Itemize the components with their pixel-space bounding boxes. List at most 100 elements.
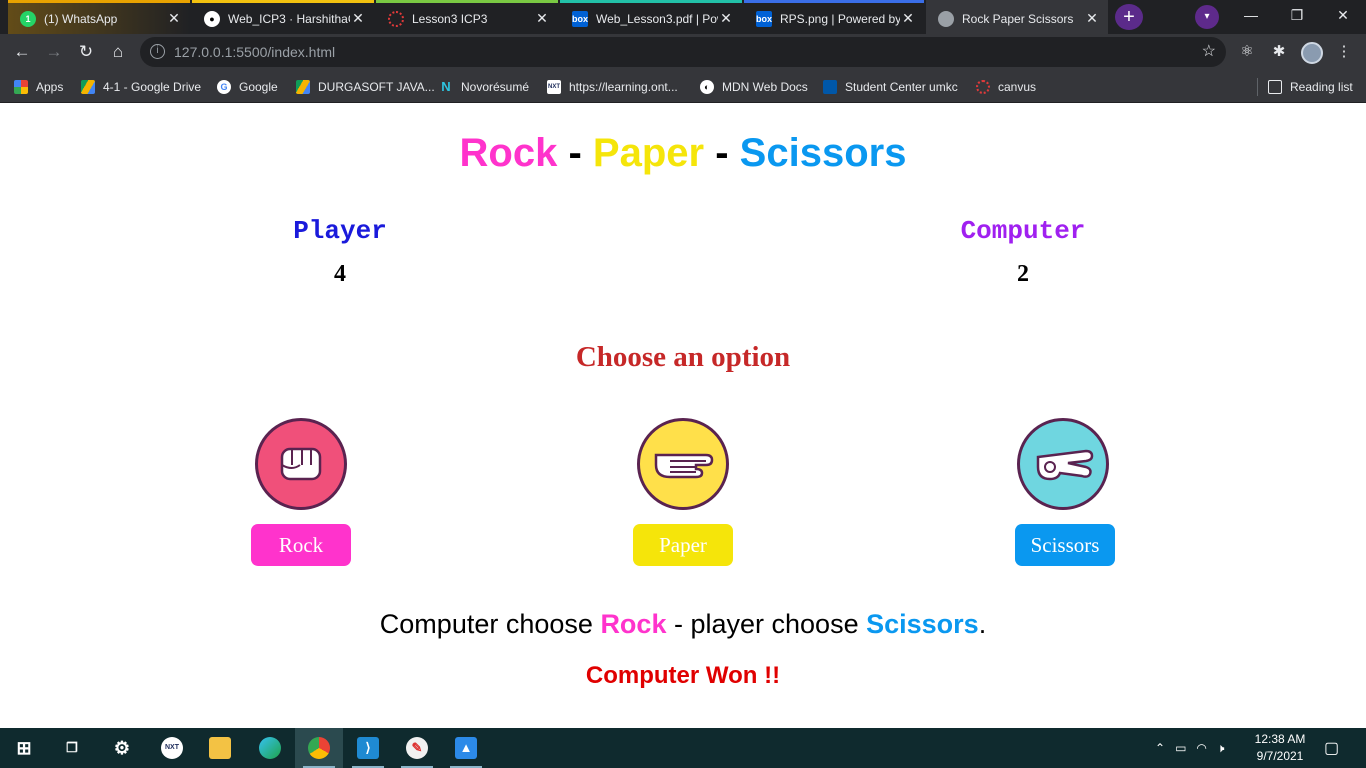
bookmark-novoresume[interactable]: N Novorésumé [439,77,529,97]
box-icon: box [572,10,588,27]
chrome-icon [308,737,330,759]
notifications-button[interactable]: ▢ [1324,728,1339,768]
reading-list-button[interactable]: Reading list [1268,77,1353,97]
windows-taskbar: ⊞ ❐ ⚙ NXT ⟩ ✎ ▲ ⌃ ▭ ◠ 🕨 12:38 AM 9/7/202… [0,728,1366,768]
bookmark-label: MDN Web Docs [722,80,808,94]
bookmark-google-drive[interactable]: 4-1 - Google Drive [81,77,201,97]
close-icon[interactable]: ✕ [900,10,916,27]
bookmark-durgasoft[interactable]: DURGASOFT JAVA... [296,77,435,97]
bookmark-label: https://learning.ont... [569,80,678,94]
back-icon[interactable]: ← [9,40,35,64]
bookmark-star-icon[interactable]: ☆ [1202,37,1216,67]
tab-github[interactable]: ● Web_ICP3 · HarshithaG ✕ [192,0,374,34]
site-info-icon[interactable]: i [150,44,165,59]
close-icon[interactable]: ✕ [166,10,182,27]
task-view-button[interactable]: ❐ [48,728,96,768]
file-explorer-app[interactable] [196,728,244,768]
rock-hand-icon[interactable] [255,418,347,510]
reading-list-icon [1268,80,1282,94]
profile-avatar[interactable] [1301,42,1323,64]
bookmark-canvus[interactable]: canvus [976,77,1036,97]
globe-icon [938,10,954,27]
bookmark-label: Novorésumé [461,80,530,94]
umkc-icon [823,80,837,94]
tab-web-lesson3-pdf[interactable]: box Web_Lesson3.pdf | Pow ✕ [560,0,742,34]
computer-label: Computer [960,216,1086,246]
tab-rps-png[interactable]: box RPS.png | Powered by ✕ [744,0,924,34]
mdn-icon: ◐ [700,80,714,94]
window-close-icon[interactable]: ✕ [1320,0,1366,30]
volume-muted-icon[interactable]: 🕨 [1217,741,1225,756]
url-text: 127.0.0.1:5500/index.html [174,44,336,60]
bookmark-apps[interactable]: Apps [14,77,63,97]
vscode-app[interactable]: ⟩ [344,728,392,768]
windows-logo-icon: ⊞ [16,738,32,758]
wifi-icon[interactable]: ◠ [1196,741,1206,755]
title-paper: Paper [592,131,705,175]
close-icon[interactable]: ✕ [718,10,734,27]
bookmark-student-center[interactable]: Student Center umkc [823,77,958,97]
menu-kebab-icon[interactable]: ⋮ [1334,42,1354,62]
photos-icon: ▲ [455,737,477,759]
react-devtools-icon[interactable]: ⚛ [1237,42,1257,62]
chevron-up-icon[interactable]: ⌃ [1155,741,1165,755]
scissors-button[interactable]: Scissors [1015,524,1115,566]
canvas-icon [976,80,990,94]
settings-app[interactable]: ⚙ [98,728,146,768]
nxt-wave-icon: NXT [547,80,561,94]
photos-app[interactable]: ▲ [442,728,490,768]
taskbar-clock[interactable]: 12:38 AM 9/7/2021 [1248,731,1312,765]
bookmark-label: canvus [998,80,1037,94]
bookmark-google[interactable]: G Google [217,77,278,97]
bookmark-learning[interactable]: NXT https://learning.ont... [547,77,678,97]
paint-palette-icon: ✎ [406,737,428,759]
nxt-wave-app[interactable]: NXT [148,728,196,768]
battery-icon[interactable]: ▭ [1175,741,1186,755]
paint-app[interactable]: ✎ [393,728,441,768]
tab-search-icon[interactable]: ▾ [1195,5,1219,29]
paper-button[interactable]: Paper [633,524,733,566]
player-label: Player [293,216,387,246]
scissors-hand-icon[interactable] [1017,418,1109,510]
player-score: 4 [334,261,346,287]
reload-icon[interactable]: ↻ [73,40,99,64]
bookmark-label: 4-1 - Google Drive [103,80,202,94]
extensions-icon[interactable]: ✱ [1269,42,1289,62]
edge-app[interactable] [246,728,294,768]
task-view-icon: ❐ [66,740,78,755]
apps-grid-icon [14,80,28,94]
bookmark-label: Student Center umkc [845,80,958,94]
minimize-icon[interactable]: — [1228,0,1274,30]
bookmark-label: Apps [36,80,64,94]
edge-icon [259,737,281,759]
start-button[interactable]: ⊞ [0,728,48,768]
close-icon[interactable]: ✕ [350,10,366,27]
rock-button[interactable]: Rock [251,524,351,566]
box-icon: box [756,10,772,27]
computer-choice: Rock [600,609,667,639]
novoresume-icon: N [441,79,451,94]
tab-strip: 1 (1) WhatsApp ✕ ● Web_ICP3 · HarshithaG… [0,0,1366,34]
clock-time: 12:38 AM [1254,732,1306,746]
home-icon[interactable]: ⌂ [105,40,131,64]
vscode-icon: ⟩ [357,737,379,759]
page-content: Rock - Paper - Scissors Player 4 Compute… [0,103,1366,728]
close-icon[interactable]: ✕ [534,10,550,27]
browser-toolbar: ← → ↻ ⌂ i 127.0.0.1:5500/index.html ☆ ⚛ … [0,34,1366,70]
whatsapp-icon: 1 [20,10,36,27]
close-icon[interactable]: ✕ [1084,10,1100,27]
bookmark-mdn[interactable]: ◐ MDN Web Docs [700,77,808,97]
page-title: Rock - Paper - Scissors [0,131,1366,176]
paper-hand-icon[interactable] [637,418,729,510]
player-choice: Scissors [866,609,979,639]
tab-whatsapp[interactable]: 1 (1) WhatsApp ✕ [8,0,190,34]
restore-icon[interactable]: ❐ [1274,0,1320,30]
result-message: Computer choose Rock - player choose Sci… [0,609,1366,640]
tab-rock-paper-scissors[interactable]: Rock Paper Scissors ✕ [926,0,1108,34]
tab-lesson3[interactable]: Lesson3 ICP3 ✕ [376,0,558,34]
chrome-app[interactable] [295,728,343,768]
google-icon: G [217,80,231,94]
new-tab-button[interactable]: + [1115,4,1143,30]
address-bar[interactable]: i 127.0.0.1:5500/index.html ☆ [140,37,1226,67]
forward-icon[interactable]: → [41,40,67,64]
